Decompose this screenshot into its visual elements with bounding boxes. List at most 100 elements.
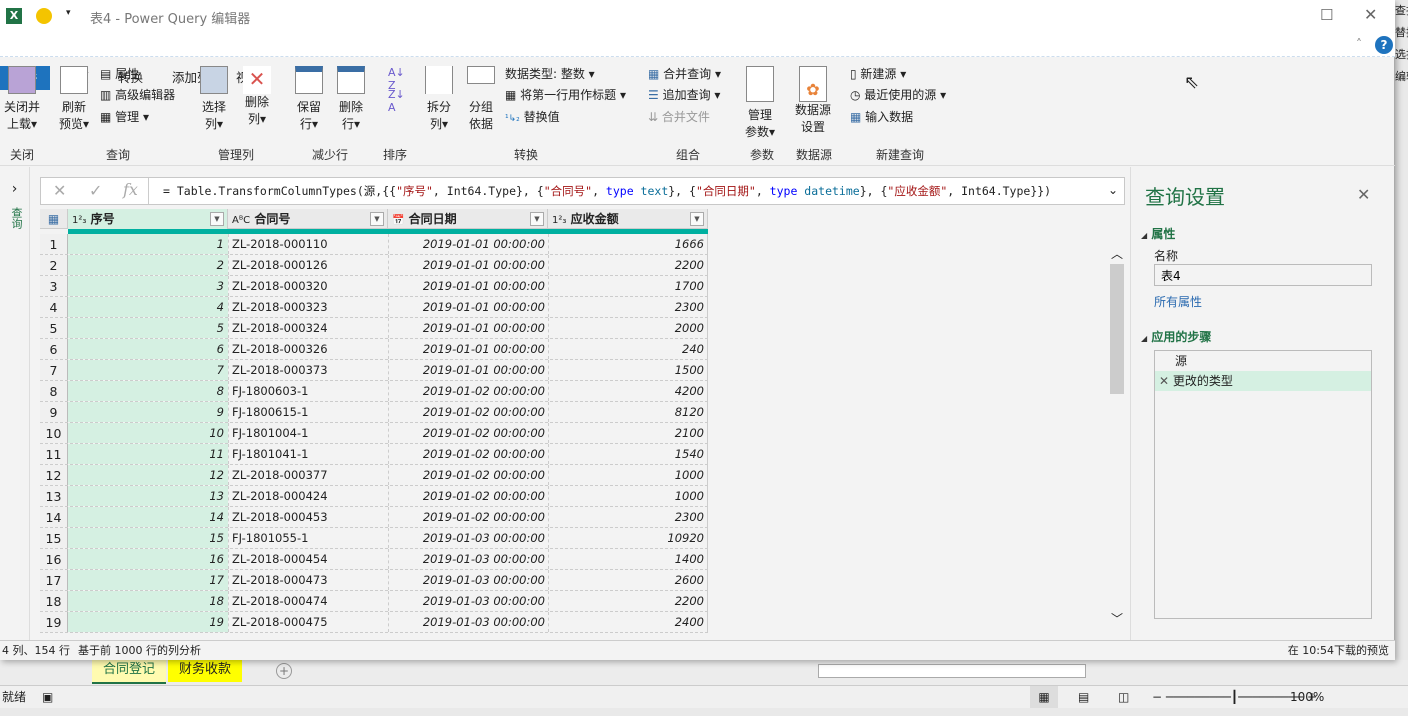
cell-receivable[interactable]: 1500	[548, 360, 708, 380]
column-header-contract-date[interactable]: 📅 合同日期 ▼	[388, 209, 548, 229]
cell-contract-date[interactable]: 2019-01-02 00:00:00	[388, 486, 548, 506]
merge-queries-button[interactable]: ▦ 合并查询 ▾	[648, 64, 721, 84]
horizontal-scrollbar[interactable]	[818, 664, 1086, 678]
cell-seq[interactable]: 7	[68, 360, 228, 380]
filter-dropdown-icon[interactable]: ▼	[210, 212, 224, 226]
row-number[interactable]: 7	[40, 360, 68, 380]
close-and-load-button[interactable]: 关闭并 上载▾	[2, 66, 42, 133]
row-number[interactable]: 3	[40, 276, 68, 296]
filter-dropdown-icon[interactable]: ▼	[690, 212, 704, 226]
cell-seq[interactable]: 5	[68, 318, 228, 338]
column-header-contract-no[interactable]: AᴮC 合同号 ▼	[228, 209, 388, 229]
choose-columns-button[interactable]: 选择 列▾	[196, 66, 232, 133]
use-first-row-as-headers-button[interactable]: ▦ 将第一行用作标题 ▾	[505, 85, 626, 105]
cell-contract-no[interactable]: ZL-2018-000373	[228, 360, 388, 380]
cell-contract-no[interactable]: ZL-2018-000110	[228, 234, 388, 254]
cell-contract-no[interactable]: ZL-2018-000323	[228, 297, 388, 317]
cell-seq[interactable]: 2	[68, 255, 228, 275]
cell-receivable[interactable]: 10920	[548, 528, 708, 548]
scroll-up-icon[interactable]: ︿	[1108, 245, 1126, 262]
cell-seq[interactable]: 13	[68, 486, 228, 506]
step-changed-type[interactable]: ✕ 更改的类型	[1155, 371, 1371, 391]
add-sheet-icon[interactable]: +	[276, 663, 292, 679]
row-number[interactable]: 2	[40, 255, 68, 275]
cell-receivable[interactable]: 8120	[548, 402, 708, 422]
cell-seq[interactable]: 16	[68, 549, 228, 569]
split-column-button[interactable]: 拆分 列▾	[422, 66, 456, 133]
help-icon[interactable]: ?	[1375, 36, 1393, 54]
vertical-scrollbar[interactable]: ︿ ﹀	[1108, 245, 1126, 627]
row-number[interactable]: 11	[40, 444, 68, 464]
cell-contract-no[interactable]: ZL-2018-000453	[228, 507, 388, 527]
column-header-receivable[interactable]: 1²₃ 应收金额 ▼	[548, 209, 708, 229]
table-menu-icon[interactable]: ▦	[40, 209, 68, 229]
cell-receivable[interactable]: 2300	[548, 507, 708, 527]
expand-chevron-icon[interactable]: ›	[0, 181, 29, 197]
cancel-icon[interactable]: ✕	[53, 181, 66, 200]
scroll-thumb[interactable]	[1110, 264, 1124, 394]
cell-receivable[interactable]: 1700	[548, 276, 708, 296]
cell-seq[interactable]: 14	[68, 507, 228, 527]
cell-contract-no[interactable]: ZL-2018-000326	[228, 339, 388, 359]
replace-values-button[interactable]: ¹↳₂ 替换值	[505, 107, 560, 127]
delete-step-icon[interactable]: ✕	[1159, 374, 1169, 388]
cell-contract-date[interactable]: 2019-01-01 00:00:00	[388, 297, 548, 317]
cell-contract-date[interactable]: 2019-01-01 00:00:00	[388, 318, 548, 338]
row-number[interactable]: 6	[40, 339, 68, 359]
manage-button[interactable]: ▦ 管理 ▾	[100, 107, 149, 127]
row-number[interactable]: 17	[40, 570, 68, 590]
all-properties-link[interactable]: 所有属性	[1154, 293, 1202, 310]
cell-contract-date[interactable]: 2019-01-01 00:00:00	[388, 234, 548, 254]
row-number[interactable]: 15	[40, 528, 68, 548]
combine-files-button[interactable]: ⇊ 合并文件	[648, 107, 710, 127]
row-number[interactable]: 19	[40, 612, 68, 632]
cell-receivable[interactable]: 2400	[548, 612, 708, 632]
cell-receivable[interactable]: 2200	[548, 591, 708, 611]
query-name-input[interactable]	[1154, 264, 1372, 286]
row-number[interactable]: 18	[40, 591, 68, 611]
smiley-feedback-icon[interactable]	[36, 8, 52, 24]
cell-contract-no[interactable]: ZL-2018-000474	[228, 591, 388, 611]
cell-contract-date[interactable]: 2019-01-01 00:00:00	[388, 360, 548, 380]
collapse-ribbon-icon[interactable]: ˄	[1356, 37, 1362, 51]
row-number[interactable]: 13	[40, 486, 68, 506]
cell-contract-no[interactable]: ZL-2018-000320	[228, 276, 388, 296]
formula-bar[interactable]: ✕ ✓ fx = Table.TransformColumnTypes(源,{{…	[40, 177, 1125, 205]
cell-receivable[interactable]: 2300	[548, 297, 708, 317]
cell-contract-date[interactable]: 2019-01-02 00:00:00	[388, 444, 548, 464]
cell-receivable[interactable]: 240	[548, 339, 708, 359]
formula-text[interactable]: = Table.TransformColumnTypes(源,{{"序号", I…	[163, 183, 1051, 199]
group-by-button[interactable]: 分组 依据	[464, 66, 498, 133]
macro-record-icon[interactable]: ▣	[42, 686, 53, 708]
cell-contract-no[interactable]: FJ-1801041-1	[228, 444, 388, 464]
filter-dropdown-icon[interactable]: ▼	[370, 212, 384, 226]
cell-contract-date[interactable]: 2019-01-02 00:00:00	[388, 402, 548, 422]
row-number[interactable]: 8	[40, 381, 68, 401]
fx-icon[interactable]: fx	[123, 180, 138, 199]
page-break-icon[interactable]: ◫	[1118, 686, 1129, 708]
cell-contract-no[interactable]: ZL-2018-000324	[228, 318, 388, 338]
expand-formula-icon[interactable]: ⌄	[1108, 183, 1118, 197]
row-number[interactable]: 14	[40, 507, 68, 527]
cell-receivable[interactable]: 2000	[548, 318, 708, 338]
column-profiling-status[interactable]: 基于前 1000 行的列分析	[78, 641, 201, 661]
cell-contract-no[interactable]: FJ-1800615-1	[228, 402, 388, 422]
new-source-button[interactable]: ▯ 新建源 ▾	[850, 64, 906, 84]
row-number[interactable]: 16	[40, 549, 68, 569]
page-layout-icon[interactable]: ▤	[1078, 686, 1089, 708]
row-number[interactable]: 1	[40, 234, 68, 254]
row-number[interactable]: 12	[40, 465, 68, 485]
cell-contract-date[interactable]: 2019-01-01 00:00:00	[388, 276, 548, 296]
data-type-dropdown[interactable]: 数据类型: 整数 ▾	[505, 64, 595, 84]
normal-view-icon[interactable]: ▦	[1030, 686, 1058, 708]
cell-seq[interactable]: 1	[68, 234, 228, 254]
cell-contract-no[interactable]: ZL-2018-000475	[228, 612, 388, 632]
cell-seq[interactable]: 4	[68, 297, 228, 317]
sheet-tab-finance[interactable]: 财务收款	[168, 660, 242, 682]
cell-receivable[interactable]: 4200	[548, 381, 708, 401]
row-number[interactable]: 9	[40, 402, 68, 422]
cell-seq[interactable]: 6	[68, 339, 228, 359]
cell-receivable[interactable]: 2100	[548, 423, 708, 443]
cell-seq[interactable]: 3	[68, 276, 228, 296]
cell-seq[interactable]: 17	[68, 570, 228, 590]
